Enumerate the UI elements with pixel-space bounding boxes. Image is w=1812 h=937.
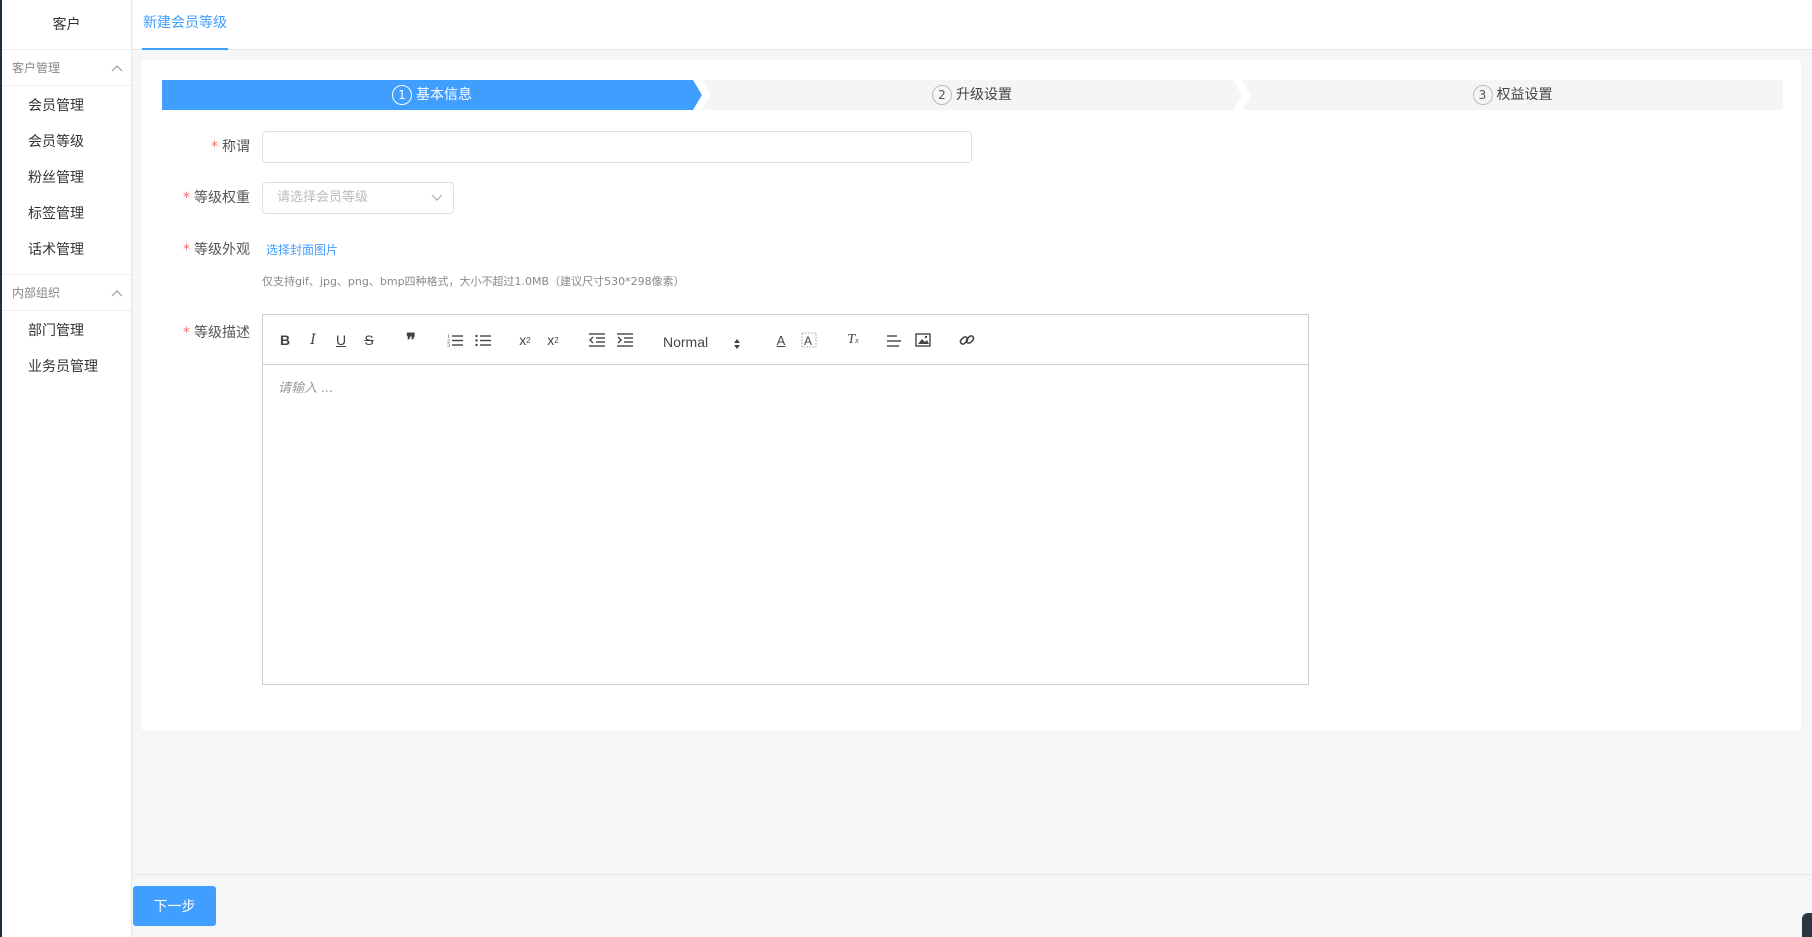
menu-group-label: 客户管理 — [12, 61, 61, 75]
header-select[interactable]: Normal — [663, 329, 753, 353]
required-mark: * — [183, 242, 190, 258]
weight-select-placeholder: 请选择会员等级 — [277, 190, 369, 205]
menu-group-organization[interactable]: 内部组织 — [2, 275, 131, 311]
appearance-hint: 仅支持gif、jpg、png、bmp四种格式，大小不超过1.0MB（建议尺寸53… — [262, 275, 685, 288]
align-icon[interactable] — [885, 330, 905, 350]
corner-handle — [1802, 913, 1812, 937]
step-number: 3 — [1472, 85, 1493, 105]
sidebar: 客户 客户管理 会员管理 会员等级 粉丝管理 标签管理 话术管理 内部组织 部门… — [2, 0, 132, 937]
blockquote-icon[interactable]: ❞ — [401, 330, 421, 351]
clear-format-icon[interactable]: Tx — [843, 330, 863, 350]
name-label-text: 称谓 — [222, 139, 250, 155]
step-basic-info[interactable]: 1 基本信息 — [162, 80, 702, 110]
editor-toolbar: B I U S ❞ 123 x2 x2 Normal A A Tx — [263, 315, 1308, 365]
description-label: * 等级描述 — [162, 322, 250, 342]
ordered-list-icon[interactable]: 123 — [445, 330, 465, 350]
font-color-icon[interactable]: A — [771, 330, 791, 350]
step-number: 2 — [932, 85, 952, 105]
bold-icon[interactable]: B — [275, 330, 295, 350]
chevron-up-icon — [111, 275, 125, 311]
step-label: 基本信息 — [416, 87, 472, 103]
italic-icon[interactable]: I — [303, 330, 323, 350]
sidebar-item-tag-management[interactable]: 标签管理 — [2, 196, 131, 232]
required-mark: * — [183, 325, 190, 341]
weight-select[interactable]: 请选择会员等级 — [262, 182, 454, 214]
outdent-icon[interactable] — [587, 330, 607, 350]
bullet-list-icon[interactable] — [473, 330, 493, 350]
step-label: 升级设置 — [956, 87, 1012, 103]
superscript-icon[interactable]: x2 — [543, 330, 563, 350]
appearance-label: * 等级外观 — [162, 239, 250, 259]
editor-content[interactable]: 请输入 ... — [263, 365, 1308, 408]
editor-placeholder: 请输入 ... — [278, 381, 334, 396]
step-upgrade-settings[interactable]: 2 升级设置 — [702, 80, 1242, 110]
next-step-button[interactable]: 下一步 — [133, 886, 216, 926]
menu-group-label: 内部组织 — [12, 286, 61, 300]
chevron-down-icon — [431, 183, 443, 225]
subscript-icon[interactable]: x2 — [515, 330, 535, 350]
background-color-icon[interactable]: A — [799, 330, 819, 350]
rich-text-editor: B I U S ❞ 123 x2 x2 Normal A A Tx 请输入 ..… — [262, 314, 1309, 685]
weight-label-text: 等级权重 — [194, 190, 250, 206]
name-input[interactable] — [262, 131, 972, 163]
strikethrough-icon[interactable]: S — [359, 330, 379, 350]
step-benefit-settings[interactable]: 3 权益设置 — [1242, 80, 1783, 110]
name-label: * 称谓 — [162, 136, 250, 156]
tab-bar: 新建会员等级 — [133, 0, 1812, 50]
sidebar-item-script-management[interactable]: 话术管理 — [2, 232, 131, 268]
link-icon[interactable] — [957, 330, 977, 350]
choose-cover-link[interactable]: 选择封面图片 — [266, 241, 338, 258]
required-mark: * — [211, 139, 218, 155]
updown-arrows-icon — [733, 333, 741, 359]
step-number: 1 — [392, 85, 412, 105]
menu-group-customer[interactable]: 客户管理 — [2, 50, 131, 86]
sidebar-item-fans-management[interactable]: 粉丝管理 — [2, 160, 131, 196]
sidebar-item-member-level[interactable]: 会员等级 — [2, 124, 131, 160]
sidebar-item-member-management[interactable]: 会员管理 — [2, 88, 131, 124]
appearance-label-text: 等级外观 — [194, 242, 250, 258]
indent-icon[interactable] — [615, 330, 635, 350]
tab-new-member-level[interactable]: 新建会员等级 — [142, 0, 228, 50]
chevron-up-icon — [111, 50, 125, 86]
svg-text:A: A — [804, 334, 812, 348]
sidebar-title: 客户 — [2, 0, 131, 50]
step-label: 权益设置 — [1496, 87, 1553, 103]
footer-bar: 下一步 — [133, 874, 1812, 937]
description-label-text: 等级描述 — [194, 325, 250, 341]
svg-text:3: 3 — [447, 343, 450, 347]
underline-icon[interactable]: U — [331, 330, 351, 350]
image-icon[interactable] — [913, 330, 933, 350]
weight-label: * 等级权重 — [162, 187, 250, 207]
required-mark: * — [183, 190, 190, 206]
steps: 1 基本信息 2 升级设置 3 权益设置 — [162, 80, 1783, 110]
sidebar-item-department[interactable]: 部门管理 — [2, 313, 131, 349]
sidebar-item-salesperson[interactable]: 业务员管理 — [2, 349, 131, 385]
header-select-value: Normal — [663, 334, 709, 350]
